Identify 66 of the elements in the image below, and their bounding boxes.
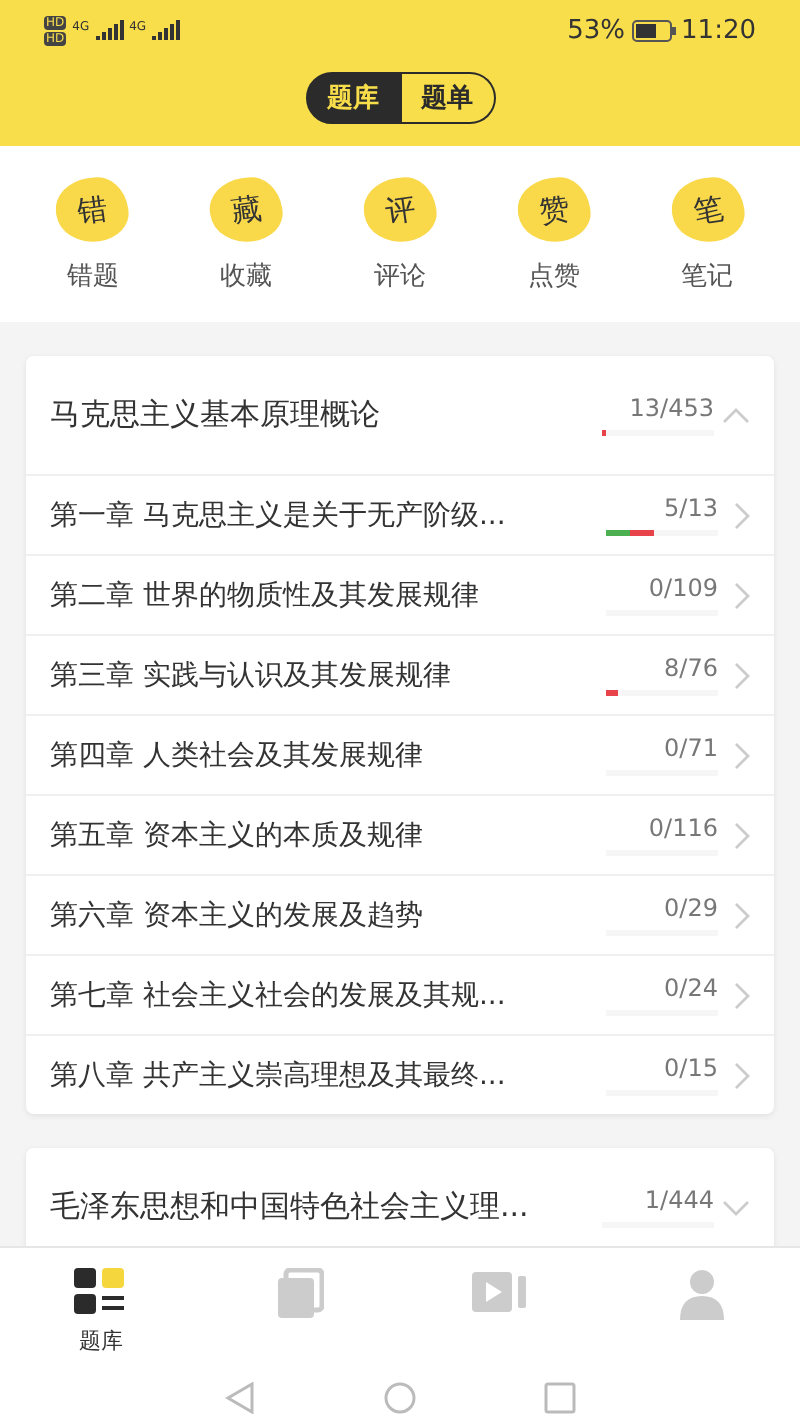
shortcut-button[interactable]: 藏 收藏: [186, 178, 307, 298]
progress-count: 13/453: [629, 394, 714, 422]
signal-icon: [95, 20, 124, 40]
chapter-title: 第五章 资本主义的本质及规律: [50, 817, 425, 853]
progress-count: 0/71: [664, 734, 718, 762]
chevron-right-icon: [734, 661, 750, 689]
video-icon: [472, 1268, 529, 1316]
subject-row[interactable]: 毛泽东思想和中国特色社会主义理... 1/444: [26, 1148, 774, 1246]
subject-title: 马克思主义基本原理概论: [50, 396, 382, 434]
signal-icon: [152, 20, 181, 40]
nav-tab[interactable]: [472, 1268, 529, 1316]
chapter-row[interactable]: 第八章 共产主义崇高理想及其最终... 0/15: [26, 1036, 774, 1114]
progress-count: 5/13: [664, 494, 718, 522]
shortcut-button[interactable]: 笔 笔记: [647, 178, 768, 298]
segment-tab[interactable]: 题库: [305, 72, 401, 124]
chapter-row[interactable]: 第七章 社会主义社会的发展及其规... 0/24: [26, 956, 774, 1036]
shortcut-badge: 藏: [206, 173, 287, 247]
chapter-row[interactable]: 第五章 资本主义的本质及规律 0/116: [26, 796, 774, 876]
nav-tab[interactable]: [275, 1268, 324, 1320]
shortcut-badge: 笔: [667, 173, 748, 247]
nav-tab[interactable]: [677, 1268, 726, 1320]
chapter-title: 第八章 共产主义崇高理想及其最终...: [50, 1057, 508, 1093]
shortcut-badge: 评: [359, 173, 441, 247]
grid-icon: [74, 1268, 127, 1316]
progress-count: 0/116: [648, 814, 718, 842]
progress-count: 1/444: [644, 1186, 714, 1214]
segment-tab[interactable]: 题单: [401, 72, 495, 124]
chapter-title: 第一章 马克思主义是关于无产阶级...: [50, 497, 508, 533]
chevron-right-icon: [734, 901, 750, 929]
chapter-row[interactable]: 第一章 马克思主义是关于无产阶级... 5/13: [26, 476, 774, 556]
chevron-right-icon: [734, 1061, 750, 1089]
chapter-row[interactable]: 第四章 人类社会及其发展规律 0/71: [26, 716, 774, 796]
shortcut-badge: 错: [52, 173, 133, 247]
chapter-row[interactable]: 第二章 世界的物质性及其发展规律 0/109: [26, 556, 774, 636]
progress-count: 8/76: [664, 654, 718, 682]
shortcut-button[interactable]: 错 错题: [32, 178, 153, 298]
nav-tab[interactable]: 题库: [74, 1268, 127, 1356]
subject-row[interactable]: 马克思主义基本原理概论 13/453: [26, 356, 774, 476]
chevron-right-icon: [734, 741, 750, 769]
home-icon[interactable]: [384, 1382, 416, 1414]
progress-count: 0/109: [648, 574, 718, 602]
subject-title: 毛泽东思想和中国特色社会主义理...: [50, 1188, 531, 1226]
recents-icon[interactable]: [544, 1382, 576, 1414]
chapter-title: 第四章 人类社会及其发展规律: [50, 737, 425, 773]
chapter-title: 第三章 实践与认识及其发展规律: [50, 657, 453, 693]
shortcut-button[interactable]: 赞 点赞: [493, 178, 614, 298]
chevron-right-icon: [734, 821, 750, 849]
progress-count: 0/24: [664, 974, 718, 1002]
chapter-row[interactable]: 第三章 实践与认识及其发展规律 8/76: [26, 636, 774, 716]
progress-count: 0/15: [664, 1054, 718, 1082]
progress-count: 0/29: [664, 894, 718, 922]
chevron-right-icon: [734, 981, 750, 1009]
chapter-row[interactable]: 第六章 资本主义的发展及趋势 0/29: [26, 876, 774, 956]
clock-time: 11:20: [681, 15, 756, 45]
chapter-title: 第二章 世界的物质性及其发展规律: [50, 577, 481, 613]
back-icon[interactable]: [224, 1382, 256, 1414]
person-icon: [677, 1268, 726, 1320]
battery-icon: [631, 19, 676, 41]
shortcut-button[interactable]: 评 评论: [339, 178, 460, 298]
battery-percent: 53%: [567, 15, 626, 45]
document-icon: [275, 1268, 324, 1320]
chevron-right-icon: [734, 501, 750, 529]
shortcut-badge: 赞: [513, 173, 594, 247]
chapter-title: 第六章 资本主义的发展及趋势: [50, 897, 425, 933]
chapter-title: 第七章 社会主义社会的发展及其规...: [50, 977, 508, 1013]
chevron-right-icon: [734, 581, 750, 609]
